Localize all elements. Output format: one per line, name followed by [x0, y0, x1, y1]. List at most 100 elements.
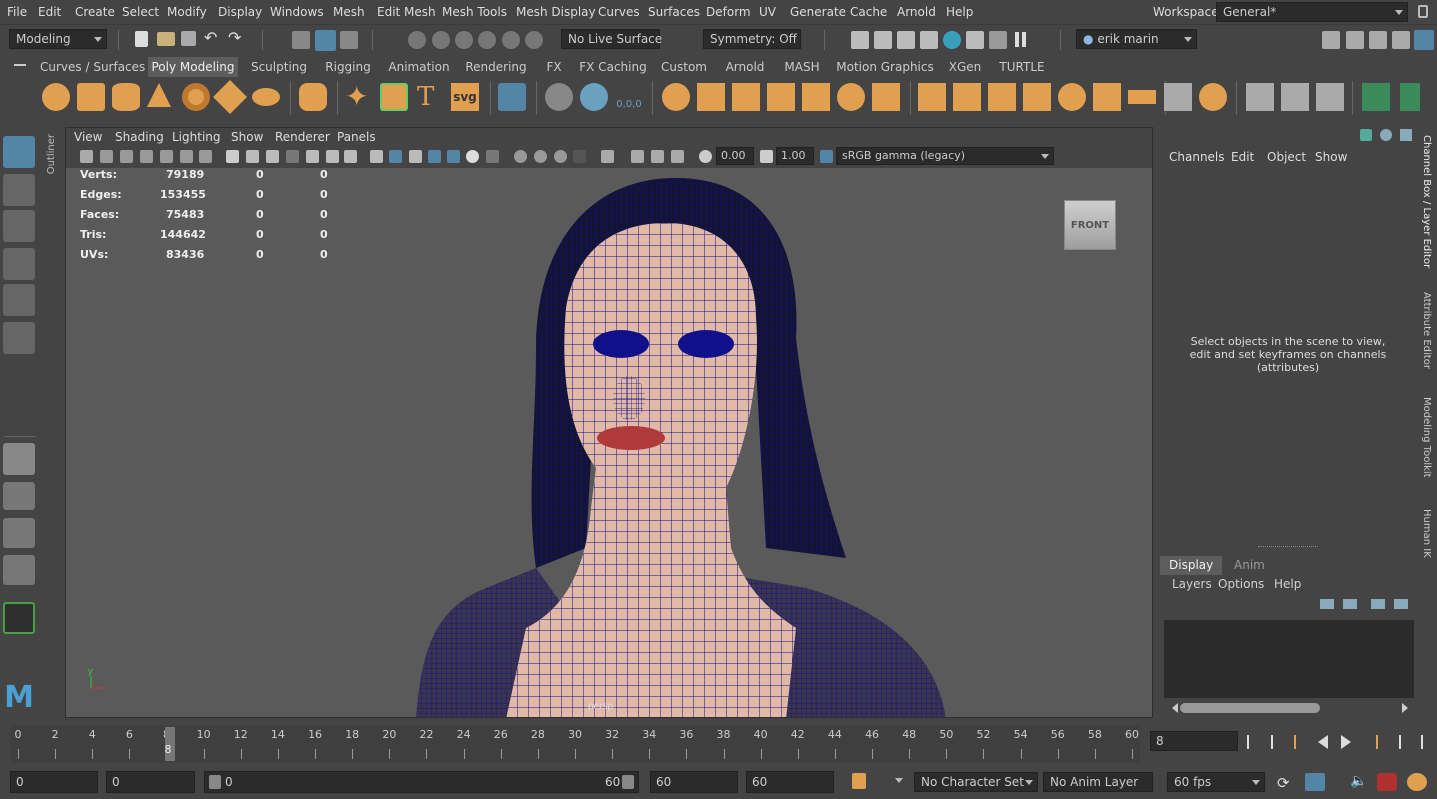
- tab-curves-surfaces[interactable]: Curves / Surfaces: [40, 57, 145, 77]
- quad-draw-icon[interactable]: [1246, 83, 1274, 111]
- sculpt-brush-icon[interactable]: [1316, 83, 1344, 111]
- layer-menu-options[interactable]: Options: [1218, 577, 1264, 591]
- tab-display[interactable]: Display: [1160, 556, 1222, 575]
- tab-human-ik[interactable]: Human IK: [1421, 509, 1432, 558]
- exposure-icon[interactable]: [699, 150, 712, 163]
- poly-plane-icon[interactable]: [213, 80, 247, 114]
- scroll-left-icon[interactable]: [1172, 703, 1178, 713]
- select-tool-icon[interactable]: [3, 136, 35, 168]
- xray-icon[interactable]: [631, 150, 644, 163]
- snap-surface-icon[interactable]: [502, 31, 520, 49]
- channel-box-icon[interactable]: [1414, 30, 1434, 50]
- extrude-icon[interactable]: [918, 83, 946, 111]
- chevron-down-icon[interactable]: [895, 778, 903, 783]
- play-forwards-icon[interactable]: [1341, 735, 1351, 749]
- menu-file[interactable]: File: [7, 5, 27, 19]
- channel-menu-object[interactable]: Object: [1267, 150, 1306, 164]
- poly-sphere-icon[interactable]: [42, 83, 70, 111]
- gamma-icon[interactable]: [760, 150, 773, 163]
- menu-mesh-tools[interactable]: Mesh Tools: [442, 5, 507, 19]
- tab-attribute-editor[interactable]: Attribute Editor: [1421, 292, 1432, 369]
- tool-settings-icon[interactable]: [1392, 31, 1410, 49]
- edge-loop-icon[interactable]: [1281, 83, 1309, 111]
- snap-view-plane-icon[interactable]: [478, 31, 496, 49]
- redo-icon[interactable]: ↷: [228, 28, 241, 47]
- tab-anim[interactable]: Anim: [1234, 558, 1265, 572]
- tab-poly-modeling[interactable]: Poly Modeling: [148, 57, 238, 77]
- multi-cut-icon[interactable]: [1164, 83, 1192, 111]
- shadows-icon[interactable]: [486, 150, 499, 163]
- scale-tool-icon[interactable]: [3, 322, 35, 354]
- viewport-menu-lighting[interactable]: Lighting: [172, 130, 221, 144]
- render-settings-icon[interactable]: [966, 31, 984, 49]
- platonic-solid-icon[interactable]: [299, 83, 327, 111]
- perspective-viewport[interactable]: View Shading Lighting Show Renderer Pane…: [65, 127, 1153, 718]
- depth-of-field-icon[interactable]: [573, 150, 586, 163]
- animation-start-field[interactable]: 0: [10, 771, 98, 793]
- exposure-field[interactable]: 0.00: [716, 147, 754, 165]
- persp-outliner-layout-icon[interactable]: [3, 518, 35, 548]
- use-default-material-icon[interactable]: [409, 150, 422, 163]
- time-ruler[interactable]: 0246810121416182022242628303234363840424…: [10, 725, 1140, 763]
- tab-custom[interactable]: Custom: [657, 57, 711, 77]
- play-backwards-icon[interactable]: [1318, 735, 1328, 749]
- uv-unfold-icon[interactable]: [1400, 83, 1420, 111]
- scroll-right-icon[interactable]: [1402, 703, 1408, 713]
- snap-grid-icon[interactable]: [408, 31, 426, 49]
- render-view-icon[interactable]: [851, 31, 869, 49]
- tab-channel-box-layer-editor[interactable]: Channel Box / Layer Editor: [1421, 135, 1432, 268]
- textured-icon[interactable]: [447, 150, 460, 163]
- gate-mask-icon[interactable]: [286, 150, 299, 163]
- viewport-menu-show[interactable]: Show: [231, 130, 263, 144]
- snap-curve-icon[interactable]: [432, 31, 450, 49]
- menu-help[interactable]: Help: [946, 5, 973, 19]
- sweep-mesh-icon[interactable]: [380, 83, 408, 111]
- menu-curves[interactable]: Curves: [598, 5, 640, 19]
- pause-icon[interactable]: [1015, 32, 1019, 47]
- combine-icon[interactable]: [662, 83, 690, 111]
- rotate-tool-icon[interactable]: [3, 284, 35, 316]
- wedge-icon[interactable]: [1058, 83, 1086, 111]
- camera-attributes-icon[interactable]: [100, 150, 113, 163]
- step-forward-key-icon[interactable]: [1364, 735, 1378, 749]
- ipr-render-icon[interactable]: [897, 31, 915, 49]
- record-icon[interactable]: [1377, 773, 1397, 791]
- current-frame-field[interactable]: 8: [1150, 731, 1238, 751]
- move-layer-down-icon[interactable]: [1343, 599, 1357, 609]
- tab-rigging[interactable]: Rigging: [320, 57, 376, 77]
- menu-edit[interactable]: Edit: [38, 5, 61, 19]
- extract-icon[interactable]: [732, 83, 760, 111]
- viewport-menu-panels[interactable]: Panels: [337, 130, 376, 144]
- screen-space-ao-icon[interactable]: [514, 150, 527, 163]
- menu-select[interactable]: Select: [122, 5, 159, 19]
- menu-arnold[interactable]: Arnold: [897, 5, 936, 19]
- search-icon[interactable]: [3, 602, 35, 634]
- tab-rendering[interactable]: Rendering: [462, 57, 530, 77]
- tab-fx[interactable]: FX: [539, 57, 569, 77]
- live-surface-field[interactable]: No Live Surface: [561, 29, 662, 49]
- menu-edit-mesh[interactable]: Edit Mesh: [377, 5, 436, 19]
- freeze-transform-icon[interactable]: 0,0,0: [615, 83, 643, 111]
- isolate-select-icon[interactable]: [180, 150, 193, 163]
- wireframe-on-shaded-icon[interactable]: [428, 150, 441, 163]
- menu-mesh-display[interactable]: Mesh Display: [516, 5, 596, 19]
- channel-menu-edit[interactable]: Edit: [1231, 150, 1254, 164]
- human-ik-icon[interactable]: [1346, 31, 1364, 49]
- render-current-frame-icon[interactable]: [874, 31, 892, 49]
- poly-cone-icon[interactable]: [147, 83, 171, 107]
- camera-based-selection-icon[interactable]: [545, 83, 573, 111]
- uv-layout-icon[interactable]: [1362, 83, 1390, 111]
- safe-action-icon[interactable]: [326, 150, 339, 163]
- hypershade-icon[interactable]: [920, 31, 938, 49]
- uv-editor-icon[interactable]: [498, 83, 526, 111]
- tab-sculpting[interactable]: Sculpting: [247, 57, 311, 77]
- splitter-handle[interactable]: [1258, 546, 1318, 547]
- motion-blur-icon[interactable]: [534, 150, 547, 163]
- delete-history-icon[interactable]: [580, 83, 608, 111]
- new-layer-icon[interactable]: [1371, 599, 1385, 609]
- camera-icon[interactable]: [80, 150, 93, 163]
- poly-torus-icon[interactable]: [182, 83, 210, 111]
- lasso-tool-icon[interactable]: [3, 174, 35, 206]
- snap-point-icon[interactable]: [455, 31, 473, 49]
- outliner-tab[interactable]: Outliner: [44, 130, 62, 190]
